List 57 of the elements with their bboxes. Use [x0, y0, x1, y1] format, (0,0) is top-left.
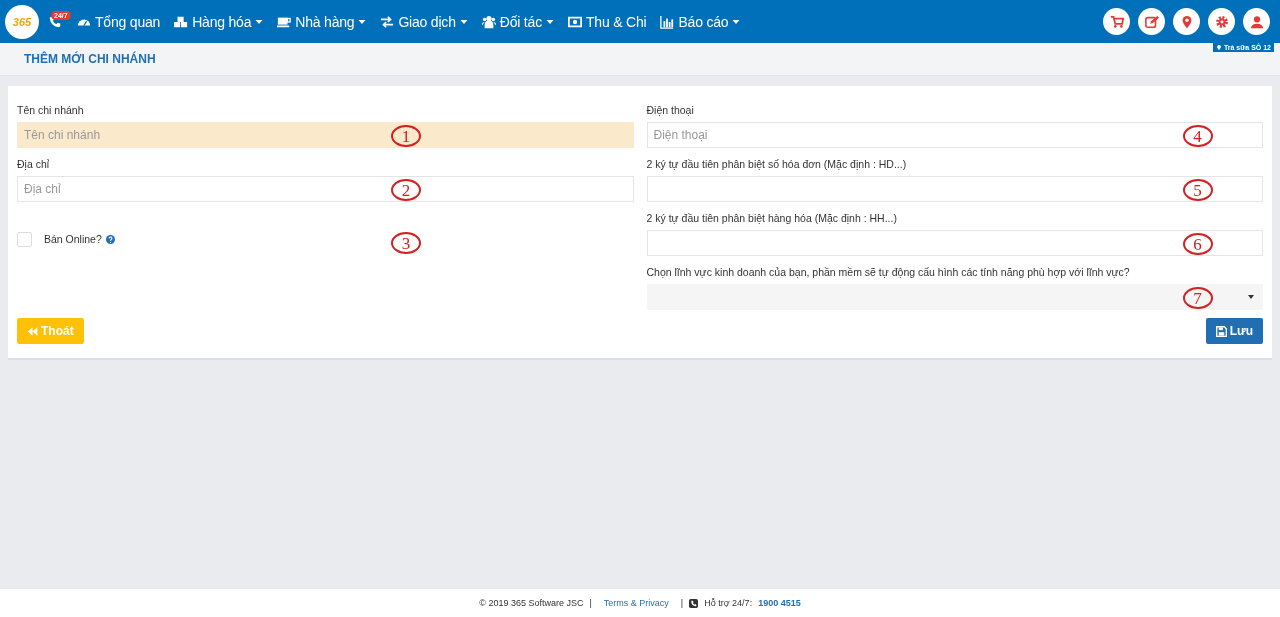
- text-field[interactable]: [646, 230, 1263, 256]
- nav-menu-item[interactable]: Tổng quan: [77, 13, 161, 30]
- caret-icon: [732, 17, 741, 26]
- help-icon: [105, 234, 115, 244]
- arrows-icon: [380, 14, 395, 29]
- cart-icon: [1109, 14, 1124, 29]
- callout-number: 1: [391, 125, 421, 147]
- location-pin-icon: [1215, 44, 1222, 51]
- footer-separator: |: [680, 598, 684, 608]
- caret-icon: [358, 17, 367, 26]
- nav-menu-item[interactable]: Hàng hóa: [174, 13, 264, 30]
- caret-icon: [459, 17, 468, 26]
- field-label: Tên chi nhánh: [17, 103, 85, 118]
- cubes-icon: [174, 14, 189, 29]
- nav-menu-item[interactable]: Nhà hàng: [277, 13, 367, 30]
- save-button[interactable]: Lưu: [1205, 318, 1263, 344]
- callout-number: 7: [1182, 287, 1213, 309]
- nav-menu-item[interactable]: Giao dịch: [380, 13, 468, 30]
- nav-menu-item[interactable]: Đối tác: [481, 13, 554, 30]
- phone-icon: [689, 598, 699, 608]
- callout-number: 5: [1182, 179, 1213, 201]
- copyright-text: © 2019 365 Software JSC: [479, 598, 584, 608]
- location-pin-button[interactable]: [1173, 8, 1200, 35]
- user-icon: [1249, 14, 1264, 29]
- callout-number: 3: [391, 232, 421, 254]
- checkbox[interactable]: [17, 231, 32, 247]
- field-label: 2 ký tự đầu tiên phân biệt số hóa đơn (Mặc định : HD...): [646, 157, 908, 172]
- callout-number: 2: [391, 179, 421, 201]
- caret-icon: [545, 17, 554, 26]
- banknote-icon: [567, 14, 582, 29]
- settings-button[interactable]: [1208, 8, 1235, 35]
- dropdown-field[interactable]: [646, 284, 1263, 310]
- footer-separator: |: [589, 598, 592, 608]
- field-label: Điện thoại: [646, 103, 695, 118]
- users-icon: [481, 14, 496, 29]
- nav-menu-item[interactable]: Báo cáo: [660, 13, 741, 30]
- cart-button[interactable]: [1103, 8, 1130, 35]
- double-back-arrow-icon: [27, 325, 38, 337]
- edit-icon: [1144, 14, 1159, 29]
- field-label: 2 ký tự đầu tiên phân biệt hàng hóa (Mặc định : HH...): [646, 211, 898, 226]
- field-label: Địa chỉ: [17, 157, 51, 172]
- bar-chart-icon: [660, 14, 675, 29]
- terms-link[interactable]: Terms & Privacy: [603, 598, 669, 608]
- settings-icon: [1214, 14, 1229, 29]
- caret-icon: [255, 17, 264, 26]
- callout-number: 6: [1182, 233, 1213, 255]
- callout-number: 4: [1182, 125, 1213, 147]
- support-phone-link[interactable]: 1900 4515: [758, 598, 801, 608]
- support-label: Hỗ trợ 24/7:: [704, 598, 753, 608]
- text-field[interactable]: [646, 176, 1263, 202]
- page-title: THÊM MỚI CHI NHÁNH: [24, 52, 156, 66]
- checkbox-label: Bán Online?: [44, 233, 102, 245]
- field-label: Chọn lĩnh vực kinh doanh của bạn, phần mềm sẽ tự động cấu hình các tính năng phù hợp với lĩnh vực?: [646, 265, 1131, 280]
- user-button[interactable]: [1243, 8, 1270, 35]
- nav-menu-item[interactable]: Thu & Chi: [567, 13, 647, 30]
- caret-icon: [1247, 293, 1255, 301]
- edit-button[interactable]: [1138, 8, 1165, 35]
